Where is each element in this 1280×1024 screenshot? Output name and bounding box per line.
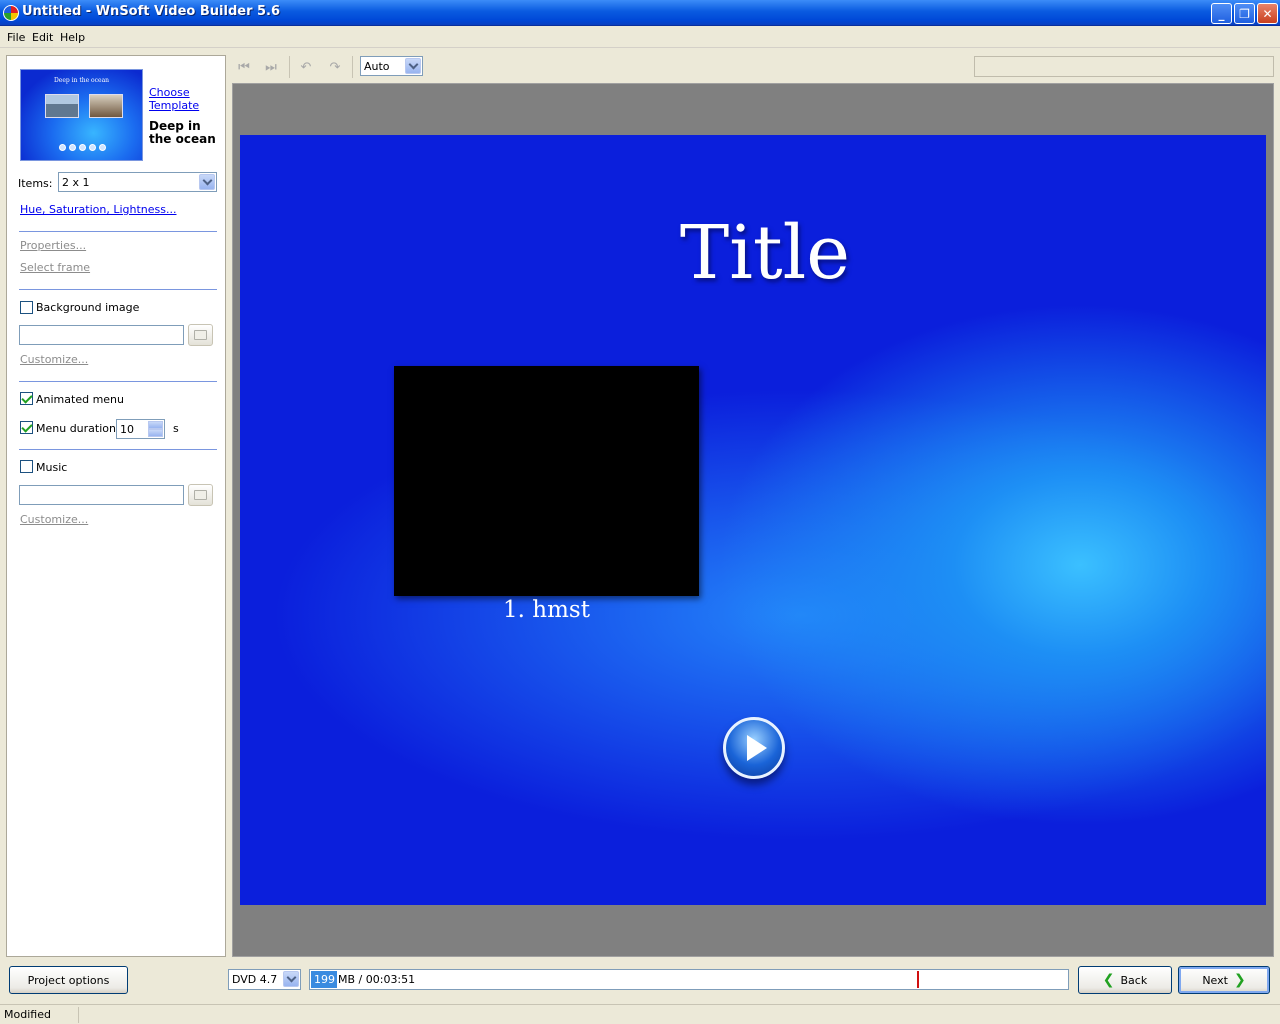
chevron-down-icon — [199, 174, 215, 190]
info-field — [974, 56, 1274, 77]
thumbnail-image — [89, 94, 123, 118]
chevron-down-icon — [283, 971, 299, 987]
minimize-icon: _ — [1218, 6, 1225, 21]
music-label: Music — [36, 461, 68, 474]
toolbar-separator — [352, 56, 353, 78]
arrow-left-icon: ❮ — [1102, 972, 1115, 988]
menu-title[interactable]: Title — [240, 210, 1266, 296]
title-bar: Untitled - WnSoft Video Builder 5.6 _ ❐ … — [0, 0, 1280, 26]
menu-duration-label: Menu duration — [36, 422, 116, 435]
disc-usage-text: MB / 00:03:51 — [338, 973, 416, 986]
status-text: Modified — [4, 1008, 51, 1021]
window-title: Untitled - WnSoft Video Builder 5.6 — [22, 4, 281, 19]
menu-duration-checkbox[interactable] — [20, 421, 33, 434]
next-button[interactable]: Next ❯ — [1178, 966, 1270, 994]
project-options-button[interactable]: Project options — [9, 966, 128, 994]
background-customize-link[interactable]: Customize... — [20, 353, 88, 366]
step-forward-icon[interactable]: ⏭ — [263, 60, 279, 76]
music-customize-link[interactable]: Customize... — [20, 513, 88, 526]
play-button[interactable] — [723, 717, 785, 779]
maximize-button[interactable]: ❐ — [1234, 3, 1255, 24]
divider — [19, 381, 217, 382]
arrow-right-icon: ❯ — [1233, 972, 1246, 988]
step-back-icon[interactable]: ⏮ — [236, 60, 252, 76]
music-path-input[interactable] — [19, 485, 184, 505]
zoom-select[interactable]: Auto — [360, 56, 423, 76]
status-bar: Modified — [0, 1004, 1280, 1024]
divider — [19, 449, 217, 450]
close-button[interactable]: ✕ — [1257, 3, 1278, 24]
animated-menu-checkbox[interactable] — [20, 392, 33, 405]
menu-preview-canvas[interactable]: Title 1. hmst — [240, 135, 1266, 905]
folder-icon — [194, 330, 207, 340]
stepper-up-icon[interactable] — [148, 421, 163, 429]
menu-item-thumbnail[interactable] — [394, 366, 699, 596]
app-icon — [3, 5, 19, 21]
menu-edit[interactable]: Edit — [32, 31, 53, 44]
music-checkbox[interactable] — [20, 460, 33, 473]
minimize-button[interactable]: _ — [1211, 3, 1232, 24]
capacity-marker — [917, 971, 919, 988]
restore-icon: ❐ — [1239, 6, 1250, 21]
divider — [19, 289, 217, 290]
menu-bar: File Edit Help — [0, 27, 1280, 48]
project-options-label: Project options — [27, 973, 110, 987]
template-thumbnail[interactable]: Deep in the ocean — [20, 69, 143, 161]
disc-type-select[interactable]: DVD 4.7 — [228, 969, 301, 990]
items-select-value: 2 x 1 — [62, 176, 90, 189]
menu-duration-value: 10 — [120, 423, 134, 436]
menu-help[interactable]: Help — [60, 31, 85, 44]
back-button[interactable]: ❮ Back — [1078, 966, 1172, 994]
undo-icon[interactable]: ↶ — [298, 60, 314, 76]
thumbnail-title: Deep in the ocean — [53, 77, 110, 84]
menu-settings-panel: Deep in the ocean Choose Template Deep i… — [6, 55, 226, 957]
items-label: Items: — [18, 177, 53, 190]
menu-item-label[interactable]: 1. hmst — [394, 597, 699, 623]
disc-type-value: DVD 4.7 — [232, 973, 278, 986]
background-image-path-input[interactable] — [19, 325, 184, 345]
zoom-select-value: Auto — [364, 60, 390, 73]
background-browse-button[interactable] — [188, 324, 213, 346]
background-image-label: Background image — [36, 301, 140, 314]
disc-usage-bar: 199 MB / 00:03:51 — [309, 969, 1069, 990]
disc-usage-mb: 199 — [314, 973, 335, 986]
play-icon — [747, 735, 767, 761]
template-name: Deep in the ocean — [149, 119, 216, 146]
next-label: Next — [1202, 973, 1228, 987]
background-image-checkbox[interactable] — [20, 301, 33, 314]
menu-file[interactable]: File — [7, 31, 25, 44]
chevron-down-icon — [405, 58, 421, 74]
properties-link[interactable]: Properties... — [20, 239, 86, 252]
menu-duration-unit: s — [173, 422, 179, 435]
status-divider — [78, 1007, 79, 1023]
items-select[interactable]: 2 x 1 — [58, 172, 217, 192]
select-frame-link[interactable]: Select frame — [20, 261, 90, 274]
redo-icon[interactable]: ↷ — [327, 60, 343, 76]
stepper-down-icon[interactable] — [148, 429, 163, 437]
animated-menu-label: Animated menu — [36, 393, 124, 406]
menu-duration-stepper[interactable]: 10 — [116, 419, 165, 439]
choose-template-link[interactable]: Choose Template — [149, 86, 209, 112]
toolbar-separator — [289, 56, 290, 78]
back-label: Back — [1120, 973, 1148, 987]
divider — [19, 231, 217, 232]
thumbnail-image — [45, 94, 79, 118]
close-icon: ✕ — [1262, 6, 1273, 21]
folder-icon — [194, 490, 207, 500]
hue-saturation-link[interactable]: Hue, Saturation, Lightness... — [20, 203, 176, 216]
music-browse-button[interactable] — [188, 484, 213, 506]
thumbnail-nav-dots — [59, 144, 106, 151]
